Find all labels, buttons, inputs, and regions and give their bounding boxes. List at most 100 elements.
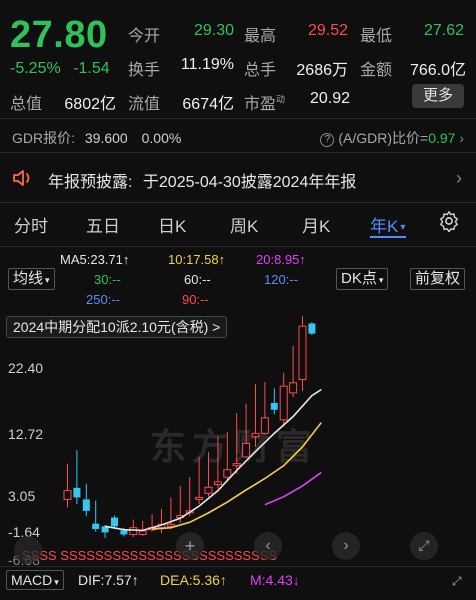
y-axis-label: 12.72	[8, 426, 44, 442]
macd-dif: DIF:7.57↑	[78, 572, 139, 588]
caret-down-icon: ▾	[45, 275, 50, 285]
float-cap-value: 6674亿	[182, 96, 234, 113]
pe-label: 市盈动	[244, 90, 285, 114]
turnover-value: 11.19%	[180, 56, 234, 73]
tab-yearly-k-label: 年K	[370, 217, 399, 236]
ma20-value: 20:8.95↑	[256, 252, 306, 267]
ma250-value: 250:--	[86, 292, 120, 307]
candle-body	[129, 527, 138, 535]
tab-daily-k[interactable]: 日K	[158, 212, 186, 237]
change-percent: -5.25%	[10, 60, 61, 77]
candle-body	[242, 442, 251, 458]
candle-body	[289, 382, 298, 394]
tab-intraday[interactable]: 分时	[14, 212, 48, 237]
ma10-value: 10:17.58↑	[168, 252, 226, 267]
macd-dea: DEA:5.36↑	[160, 572, 227, 588]
amount-label: 金额	[360, 62, 393, 79]
tab-five-day[interactable]: 五日	[86, 212, 120, 237]
ma-selector[interactable]: 均线 ▾	[8, 268, 55, 290]
ma5-value: MA5:23.71↑	[60, 252, 130, 267]
ma120-value: 120:--	[264, 272, 298, 287]
divider	[0, 152, 476, 153]
dk-point-button[interactable]: DK点 ▾	[336, 268, 389, 290]
notice-title: 年报预披露:	[48, 174, 133, 191]
more-button[interactable]: 更多	[412, 84, 464, 108]
candle-body	[138, 530, 147, 535]
gear-icon[interactable]	[438, 210, 460, 232]
dk-point-label: DK点	[341, 270, 377, 287]
divider	[0, 118, 476, 119]
y-axis-label: 3.05	[8, 488, 36, 504]
ratio-label: (A/GDR)比价=	[338, 130, 429, 146]
pe-label-text: 市盈	[244, 96, 277, 113]
candle-body	[92, 523, 100, 530]
gdr-label: GDR报价:	[12, 130, 75, 146]
help-icon[interactable]: ?	[320, 133, 335, 147]
candle-body	[308, 323, 316, 334]
chevron-right-icon[interactable]: ›	[332, 532, 360, 560]
tab-monthly-k[interactable]: 月K	[302, 212, 330, 237]
pe-dynamic-mark: 动	[276, 94, 286, 105]
y-axis-label: 22.40	[8, 360, 44, 376]
plus-icon[interactable]: +	[176, 532, 204, 560]
ma90-value: 90:--	[182, 292, 209, 307]
pe-value: 20.92	[309, 90, 350, 107]
notice-body: 于2025-04-30披露2024年年报	[142, 174, 357, 191]
ratio-value: 0.97	[428, 130, 456, 146]
divider	[0, 246, 476, 247]
forward-adjust-button[interactable]: 前复权	[410, 268, 466, 290]
active-tab-indicator	[370, 236, 406, 238]
candle-body	[279, 385, 288, 421]
caret-down-icon: ▾	[400, 222, 406, 233]
dividend-note[interactable]: 2024中期分配10派2.10元(含税) >	[6, 316, 228, 338]
speaker-icon	[13, 170, 30, 186]
ma-selector-label: 均线	[13, 270, 44, 287]
candle-body	[270, 403, 278, 410]
change-amount: -1.54	[73, 60, 110, 77]
candle-body	[63, 490, 72, 500]
caret-down-icon: ▾	[378, 275, 384, 285]
candle-body	[73, 487, 81, 498]
gdr-percent: 0.00%	[141, 130, 182, 146]
market-cap-label: 总值	[10, 96, 43, 113]
candle-body	[223, 469, 232, 478]
candle-body	[213, 481, 222, 486]
expand-icon[interactable]: ⤢	[452, 570, 468, 592]
macd-selector[interactable]: MACD ▾	[6, 570, 64, 590]
candle-body	[204, 486, 213, 494]
change-line: -5.25% -1.54	[10, 60, 118, 78]
divider	[0, 566, 476, 567]
caret-down-icon: ▾	[54, 577, 59, 587]
candle-body	[82, 499, 90, 511]
zoom-in-icon[interactable]	[14, 536, 42, 564]
tab-weekly-k[interactable]: 周K	[230, 212, 258, 237]
ma30-value: 30:--	[94, 272, 121, 287]
candle-body	[166, 523, 175, 527]
candle-body	[251, 432, 260, 438]
high-label: 最高	[244, 28, 277, 45]
ma20-line	[264, 471, 322, 506]
gdr-ratio[interactable]: ? (A/GDR)比价=0.97 ›	[320, 128, 464, 148]
chevron-right-icon: ›	[456, 168, 462, 188]
candle-body	[260, 417, 269, 434]
chevron-left-icon[interactable]: ‹	[254, 532, 282, 560]
market-cap-value: 6802亿	[64, 96, 116, 113]
candlestick-chart[interactable]: SSSS SSSSSSSSSSSSSSSSSSSSSSSSS	[0, 312, 476, 574]
volume-label: 总手	[244, 62, 277, 79]
notice-text: 年报预披露: 于2025-04-30披露2024年年报	[48, 168, 356, 192]
macd-m: M:4.43↓	[250, 572, 300, 588]
divider	[0, 202, 476, 203]
volume-value: 2686万	[296, 62, 348, 79]
last-price: 27.80	[10, 14, 108, 56]
candle-body	[232, 463, 241, 467]
float-cap-label: 流值	[128, 96, 161, 113]
candle-body	[111, 517, 118, 527]
candle-body	[298, 325, 307, 380]
low-label: 最低	[360, 28, 393, 45]
tab-yearly-k[interactable]: 年K ▾	[370, 212, 405, 237]
amount-value: 766.0亿	[409, 62, 466, 79]
candle-body	[120, 530, 128, 535]
candle-body	[195, 496, 204, 500]
fullscreen-icon[interactable]: ⤢	[410, 532, 438, 560]
low-value: 27.62	[423, 22, 464, 39]
